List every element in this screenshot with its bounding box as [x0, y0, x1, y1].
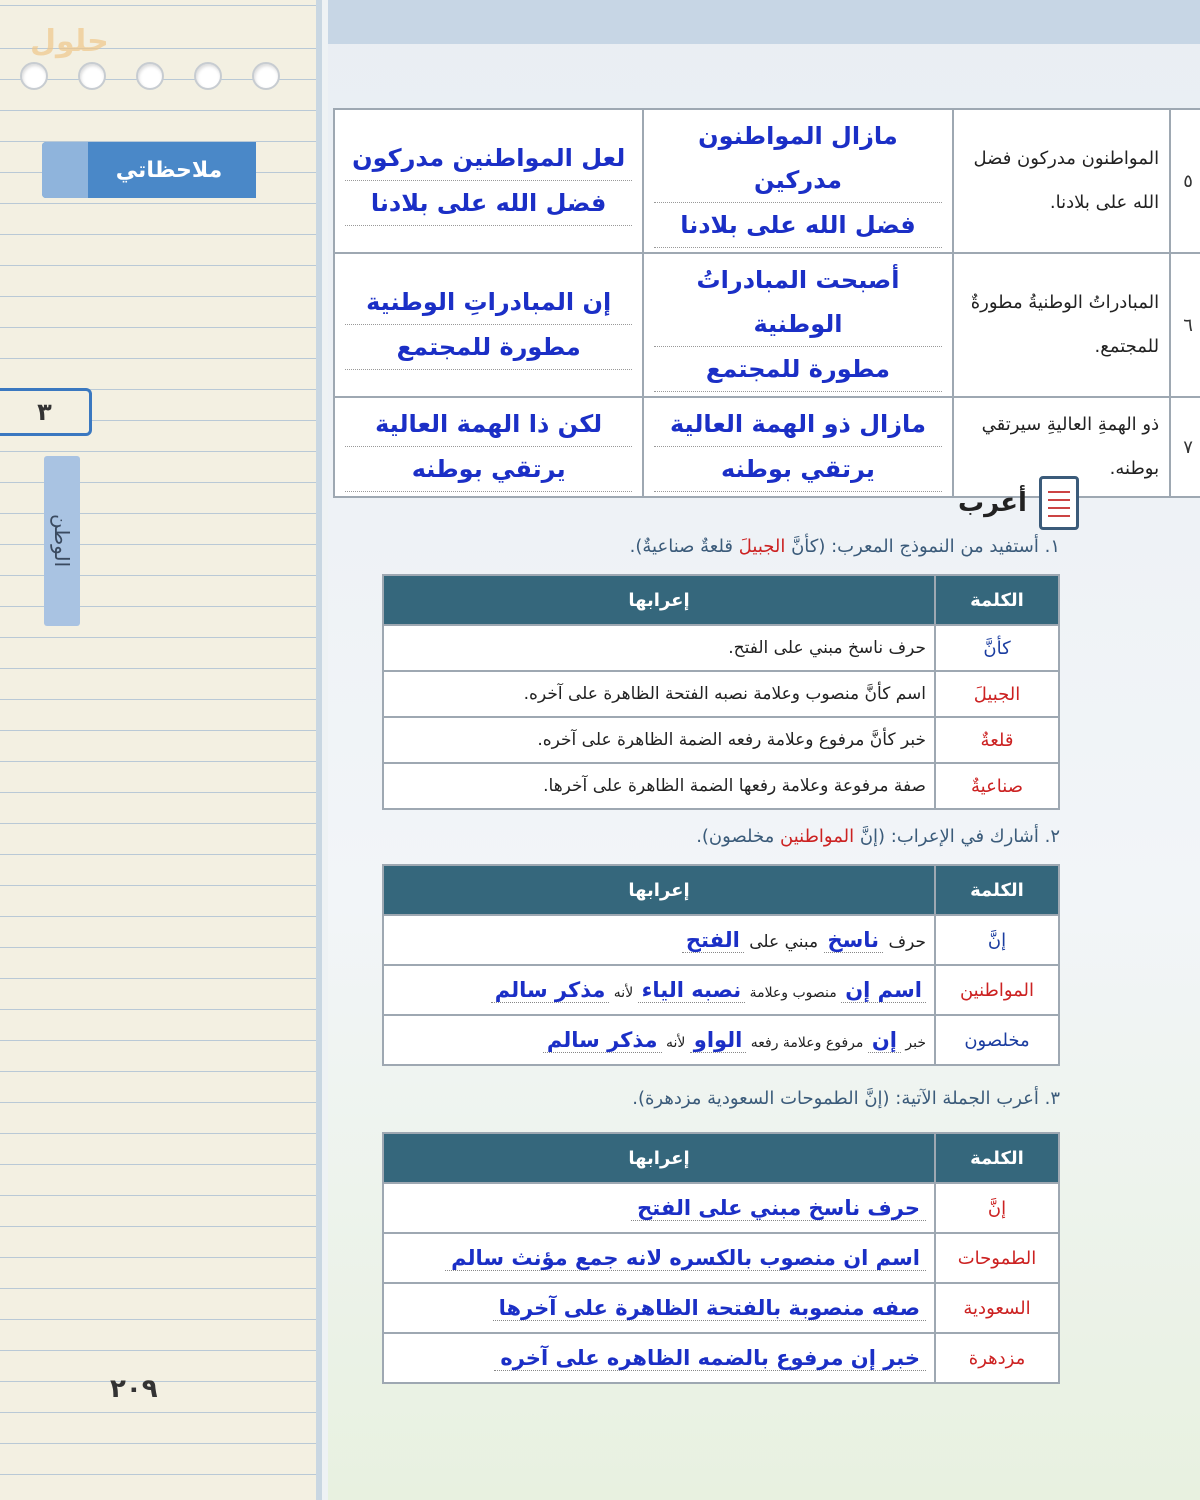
word-cell: السعودية	[934, 1282, 1060, 1334]
answer-fill: ناسخ	[823, 928, 884, 953]
parsing-table-3: الكلمة إعرابها إنَّ حرف ناسخ مبني على ال…	[382, 1132, 1060, 1384]
clipboard-icon	[1038, 476, 1079, 530]
desc-cell: صفه منصوبة بالفتحة الظاهرة على آخرها	[382, 1282, 936, 1334]
answer-cell: لكن ذا الهمة العالية يرتقي بوطنه	[332, 396, 645, 498]
notes-sidebar: حلول ملاحظاتي ٣ الوطن ٢٠٩	[0, 0, 322, 1500]
word-cell: الطموحات	[934, 1232, 1060, 1284]
header-word: الكلمة	[934, 1132, 1060, 1184]
answer-cell: لعل المواطنين مدركون فضل الله على بلادنا	[332, 108, 645, 254]
notes-title-text: ملاحظاتي	[115, 157, 223, 183]
answer-cell: إن المبادراتِ الوطنية مطورة للمجتمع	[332, 252, 645, 398]
word-cell: إنَّ	[934, 1182, 1060, 1234]
original-sentence: المبادراتُ الوطنيةُ مطورةٌ للمجتمع.	[951, 252, 1172, 398]
word-cell: إنَّ	[934, 914, 1060, 966]
table-row: كأنَّ حرف ناسخ مبني على الفتح.	[382, 624, 1060, 672]
desc-cell: خبر كأنَّ مرفوع وعلامة رفعه الضمة الظاهر…	[382, 716, 936, 764]
page-number: ٢٠٩	[110, 1374, 158, 1404]
word-cell: مخلصون	[934, 1014, 1060, 1066]
section-title: أعرب	[958, 488, 1027, 518]
table-row: الطموحات اسم ان منصوب بالكسره لانه جمع م…	[382, 1232, 1060, 1284]
main-content: ٥ المواطنون مدركون فضل الله على بلادنا. …	[328, 0, 1200, 1500]
table-row: ٦ المبادراتُ الوطنيةُ مطورةٌ للمجتمع. أص…	[332, 252, 1200, 398]
binder-hole	[252, 62, 280, 90]
desc-cell: صفة مرفوعة وعلامة رفعها الضمة الظاهرة عل…	[382, 762, 936, 810]
sentence-table: ٥ المواطنون مدركون فضل الله على بلادنا. …	[332, 108, 1200, 498]
answer-fill: مذكر سالم	[542, 1028, 662, 1053]
header-desc: إعرابها	[382, 1132, 936, 1184]
desc-cell: حرف ناسخ مبني على الفتح	[382, 1182, 936, 1234]
original-sentence: المواطنون مدركون فضل الله على بلادنا.	[951, 108, 1172, 254]
answer-fill: مذكر سالم	[490, 978, 610, 1003]
notes-title-strip	[42, 142, 88, 198]
table-row: قلعةٌ خبر كأنَّ مرفوع وعلامة رفعه الضمة …	[382, 716, 1060, 764]
unit-number: ٣	[0, 388, 92, 436]
word-cell: صناعيةٌ	[934, 762, 1060, 810]
table-row: إنَّ حرف ناسخ مبني على الفتح	[382, 1182, 1060, 1234]
desc-cell: اسم إن منصوب وعلامة نصبه الياء لأنه مذكر…	[382, 964, 936, 1016]
desc-cell: خبر إن مرفوع وعلامة رفعه الواو لأنه مذكر…	[382, 1014, 936, 1066]
brand-logo: حلول	[30, 24, 109, 59]
desc-cell: اسم كأنَّ منصوب وعلامة نصبه الفتحة الظاه…	[382, 670, 936, 718]
table-row: مخلصون خبر إن مرفوع وعلامة رفعه الواو لأ…	[382, 1014, 1060, 1066]
answer-cell: مازال ذو الهمة العالية يرتقي بوطنه	[642, 396, 954, 498]
table-row: ٥ المواطنون مدركون فضل الله على بلادنا. …	[332, 108, 1200, 254]
binder-hole	[194, 62, 222, 90]
answer-fill: الواو	[689, 1028, 747, 1053]
unit-tab: الوطن	[44, 456, 80, 626]
word-cell: كأنَّ	[934, 624, 1060, 672]
binder-holes	[20, 62, 280, 90]
answer-fill: الفتح	[681, 928, 744, 953]
top-band	[328, 0, 1200, 44]
answer-cell: أصبحت المبادراتُ الوطنية مطورة للمجتمع	[642, 252, 954, 398]
answer-fill: نصبه الياء	[637, 978, 746, 1003]
desc-cell: حرف ناسخ مبني على الفتح	[382, 914, 936, 966]
question-2: ٢. أشارك في الإعراب: (إنَّ المواطنين مخل…	[696, 826, 1060, 847]
header-desc: إعرابها	[382, 864, 936, 916]
header-desc: إعرابها	[382, 574, 936, 626]
table-row: المواطنين اسم إن منصوب وعلامة نصبه الياء…	[382, 964, 1060, 1016]
binder-hole	[20, 62, 48, 90]
binder-hole	[136, 62, 164, 90]
row-number: ٧	[1169, 396, 1200, 498]
word-cell: المواطنين	[934, 964, 1060, 1016]
row-number: ٦	[1169, 252, 1200, 398]
word-cell: مزدهرة	[934, 1332, 1060, 1384]
answer-cell: مازال المواطنون مدركين فضل الله على بلادن…	[642, 108, 954, 254]
word-cell: الجبيلَ	[934, 670, 1060, 718]
binder-hole	[78, 62, 106, 90]
desc-cell: اسم ان منصوب بالكسره لانه جمع مؤنث سالم	[382, 1232, 936, 1284]
notes-title: ملاحظاتي	[42, 142, 256, 198]
question-1: ١. أستفيد من النموذج المعرب: (كأنَّ الجب…	[629, 536, 1060, 557]
row-number: ٥	[1169, 108, 1200, 254]
desc-cell: حرف ناسخ مبني على الفتح.	[382, 624, 936, 672]
header-word: الكلمة	[934, 574, 1060, 626]
table-row: مزدهرة خبر إن مرفوع بالضمه الظاهره على آ…	[382, 1332, 1060, 1384]
table-row: السعودية صفه منصوبة بالفتحة الظاهرة على …	[382, 1282, 1060, 1334]
desc-cell: خبر إن مرفوع بالضمه الظاهره على آخره	[382, 1332, 936, 1384]
parsing-table-2: الكلمة إعرابها إنَّ حرف ناسخ مبني على ال…	[382, 864, 1060, 1066]
answer-fill: إن	[867, 1028, 901, 1053]
word-cell: قلعةٌ	[934, 716, 1060, 764]
table-row: صناعيةٌ صفة مرفوعة وعلامة رفعها الضمة ال…	[382, 762, 1060, 810]
answer-fill: اسم إن	[841, 978, 926, 1003]
header-word: الكلمة	[934, 864, 1060, 916]
parsing-table-1: الكلمة إعرابها كأنَّ حرف ناسخ مبني على ا…	[382, 574, 1060, 810]
section-heading: أعرب	[958, 476, 1079, 530]
table-row: الجبيلَ اسم كأنَّ منصوب وعلامة نصبه الفت…	[382, 670, 1060, 718]
question-3: ٣. أعرب الجملة الآتية: (إنَّ الطموحات ال…	[632, 1088, 1060, 1109]
table-row: إنَّ حرف ناسخ مبني على الفتح	[382, 914, 1060, 966]
